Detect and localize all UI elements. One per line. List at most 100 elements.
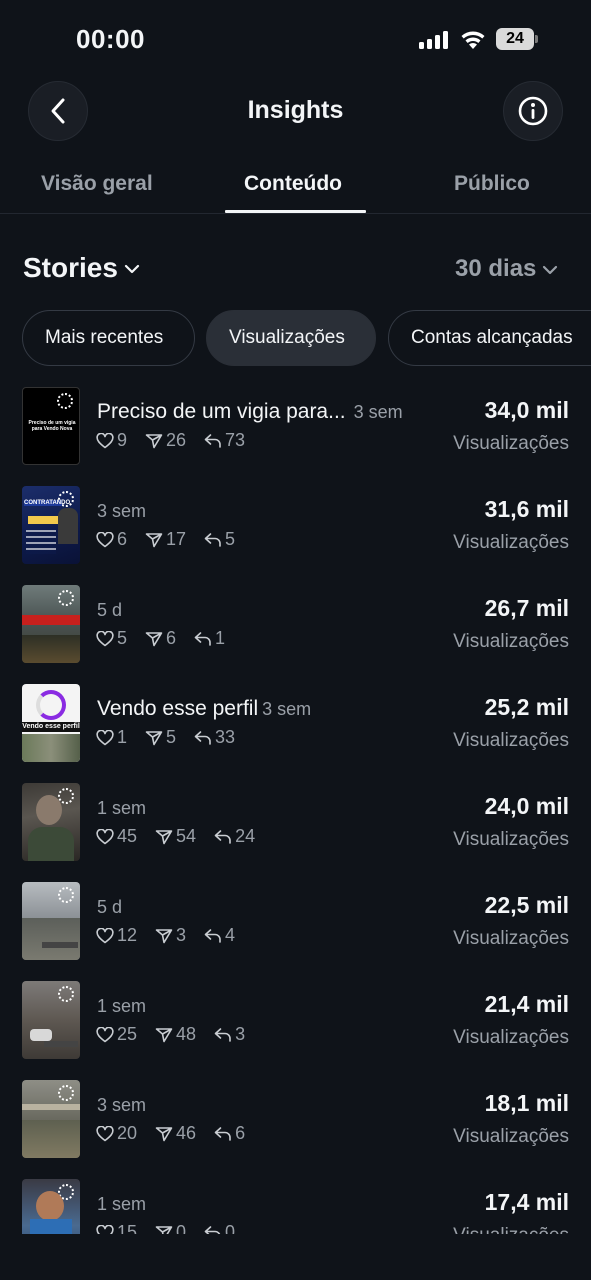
story-title-line: 1 sem bbox=[97, 1192, 146, 1216]
heart-icon bbox=[96, 729, 114, 745]
likes-count: 5 bbox=[117, 628, 128, 648]
likes-count: 15 bbox=[117, 1222, 138, 1234]
thumbnail-graphic bbox=[28, 827, 74, 861]
thumbnail-caption: Vendo esse perfil bbox=[22, 722, 80, 732]
thumbnail-graphic bbox=[22, 1120, 80, 1158]
story-metrics: 45 54 24 bbox=[96, 826, 273, 847]
thumbnail-graphic bbox=[36, 1191, 64, 1221]
likes-count: 20 bbox=[117, 1123, 138, 1143]
story-age: 3 sem bbox=[97, 1095, 147, 1115]
story-row[interactable]: 3 sem 20 46 6 18,1 mil Visualizações bbox=[0, 1071, 591, 1170]
story-age: 1 sem bbox=[97, 1194, 147, 1214]
story-thumbnail bbox=[22, 981, 80, 1059]
heart-icon bbox=[96, 630, 114, 646]
likes-count: 12 bbox=[117, 925, 138, 945]
story-metrics: 12 3 4 bbox=[96, 925, 253, 946]
chip-most-recent[interactable]: Mais recentes bbox=[22, 310, 195, 366]
likes-count: 6 bbox=[117, 529, 128, 549]
story-row[interactable]: 1 sem 45 54 24 24,0 mil Visualizações bbox=[0, 774, 591, 873]
story-row[interactable]: 1 sem 15 0 0 17,4 mil Visualizações bbox=[0, 1170, 591, 1234]
replies-count: 5 bbox=[225, 529, 236, 549]
story-age: 3 sem bbox=[353, 402, 403, 422]
story-ring-icon bbox=[58, 887, 74, 903]
story-row[interactable]: Vendo esse perfil Vendo esse perfil 3 sem… bbox=[0, 675, 591, 774]
story-metrics: 6 17 5 bbox=[96, 529, 253, 550]
period-label: 30 dias bbox=[455, 255, 537, 282]
status-bar: 00:00 24 bbox=[0, 0, 591, 80]
story-title-line: 3 sem bbox=[97, 1093, 146, 1117]
chip-views[interactable]: Visualizações bbox=[206, 310, 376, 366]
story-row[interactable]: 5 d 5 6 1 26,7 mil Visualizações bbox=[0, 576, 591, 675]
tab-overview[interactable]: Visão geral bbox=[41, 172, 153, 196]
views-label: Visualizações bbox=[453, 1126, 569, 1147]
views-label: Visualizações bbox=[453, 1027, 569, 1048]
views-label: Visualizações bbox=[453, 532, 569, 553]
story-row[interactable]: 5 d 12 3 4 22,5 mil Visualizações bbox=[0, 873, 591, 972]
views-value: 17,4 mil bbox=[484, 1189, 569, 1215]
thumbnail-graphic bbox=[28, 516, 58, 524]
story-row[interactable]: 1 sem 25 48 3 21,4 mil Visualizações bbox=[0, 972, 591, 1071]
share-icon bbox=[155, 928, 173, 943]
story-age: 1 sem bbox=[97, 798, 147, 818]
thumbnail-caption: Preciso de um vigia para Vendo Nova bbox=[28, 420, 76, 432]
period-dropdown[interactable]: 30 dias bbox=[455, 255, 558, 283]
views-value: 18,1 mil bbox=[484, 1090, 569, 1116]
replies-count: 1 bbox=[215, 628, 226, 648]
story-row[interactable]: Preciso de um vigia para Vendo Nova Prec… bbox=[0, 378, 591, 477]
info-button[interactable] bbox=[503, 81, 563, 141]
story-row[interactable]: CONTRATANDO 3 sem 6 17 5 31,6 mil Visual… bbox=[0, 477, 591, 576]
thumbnail-graphic bbox=[36, 795, 62, 825]
replies-count: 6 bbox=[235, 1123, 246, 1143]
story-metrics: 9 26 73 bbox=[96, 430, 263, 451]
reply-icon bbox=[204, 433, 221, 448]
share-icon bbox=[155, 1027, 173, 1042]
views-label: Visualizações bbox=[453, 1225, 569, 1234]
thumbnail-graphic bbox=[58, 508, 78, 544]
thumbnail-caption: CONTRATANDO bbox=[24, 500, 71, 506]
shares-count: 0 bbox=[176, 1222, 187, 1234]
views-value: 22,5 mil bbox=[484, 892, 569, 918]
views-value: 34,0 mil bbox=[484, 397, 569, 423]
story-ring-icon bbox=[57, 393, 73, 409]
content-type-label: Stories bbox=[23, 252, 118, 283]
views-label: Visualizações bbox=[453, 730, 569, 751]
views-label: Visualizações bbox=[453, 829, 569, 850]
reply-icon bbox=[214, 1126, 231, 1141]
active-tab-indicator bbox=[225, 210, 366, 213]
story-title-line: Preciso de um vigia para... 3 sem bbox=[97, 400, 403, 424]
thumbnail-graphic bbox=[26, 530, 56, 554]
views-value: 25,2 mil bbox=[484, 694, 569, 720]
heart-icon bbox=[96, 1224, 114, 1234]
reply-icon bbox=[204, 1225, 221, 1234]
tab-audience[interactable]: Público bbox=[454, 172, 530, 196]
replies-count: 73 bbox=[225, 430, 246, 450]
thumbnail-graphic bbox=[22, 1104, 80, 1110]
story-age: 3 sem bbox=[97, 501, 147, 521]
heart-icon bbox=[96, 927, 114, 943]
shares-count: 54 bbox=[176, 826, 197, 846]
story-metrics: 1 5 33 bbox=[96, 727, 253, 748]
story-metrics: 5 6 1 bbox=[96, 628, 243, 649]
shares-count: 5 bbox=[166, 727, 177, 747]
replies-count: 24 bbox=[235, 826, 256, 846]
sort-chips: Mais recentes Visualizações Contas alcan… bbox=[22, 310, 591, 367]
story-ring-icon bbox=[58, 590, 74, 606]
replies-count: 3 bbox=[235, 1024, 246, 1044]
story-title-line: 3 sem bbox=[97, 499, 146, 523]
tab-bar: Visão geral Conteúdo Público bbox=[0, 160, 591, 214]
content-type-dropdown[interactable]: Stories bbox=[23, 252, 140, 284]
shares-count: 48 bbox=[176, 1024, 197, 1044]
thumbnail-graphic bbox=[42, 942, 78, 948]
reply-icon bbox=[214, 1027, 231, 1042]
share-icon bbox=[145, 433, 163, 448]
chip-accounts-reached[interactable]: Contas alcançadas bbox=[388, 310, 591, 366]
story-thumbnail bbox=[22, 1080, 80, 1158]
tab-content[interactable]: Conteúdo bbox=[244, 172, 342, 196]
story-thumbnail: Preciso de um vigia para Vendo Nova bbox=[22, 387, 80, 465]
thumbnail-graphic bbox=[36, 690, 66, 720]
story-title-line: 1 sem bbox=[97, 796, 146, 820]
cellular-signal-icon bbox=[419, 31, 449, 49]
story-thumbnail: Vendo esse perfil bbox=[22, 684, 80, 762]
shares-count: 17 bbox=[166, 529, 187, 549]
thumbnail-graphic bbox=[30, 1219, 72, 1234]
